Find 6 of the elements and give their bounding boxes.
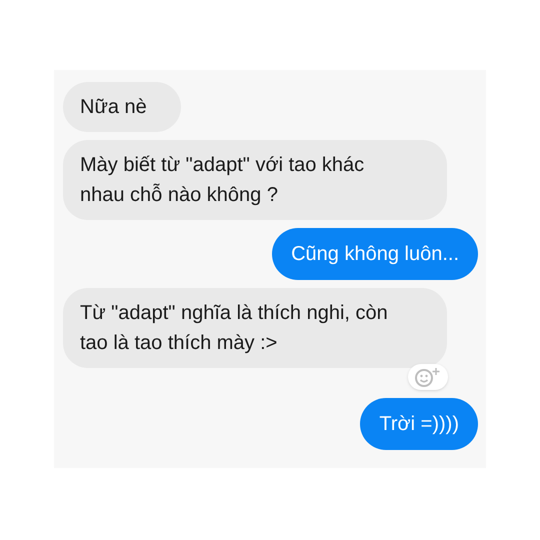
message-bubble: Nữa nè bbox=[63, 82, 181, 132]
message-bubble: Cũng không luôn... bbox=[272, 228, 478, 280]
message-bubble: Từ "adapt" nghĩa là thích nghi, còn tao là tao thích mày :> bbox=[63, 288, 447, 368]
add-reaction-button[interactable] bbox=[408, 364, 448, 390]
message-bubble: Mày biết từ "adapt" với tao khác nhau chỗ nào không ? bbox=[63, 140, 447, 220]
message-bubble: Trời =)))) bbox=[360, 398, 478, 450]
